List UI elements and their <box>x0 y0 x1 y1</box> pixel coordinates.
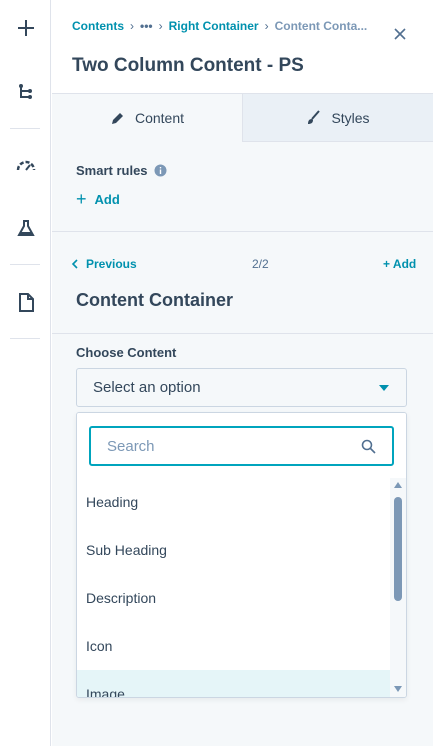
section-divider <box>52 333 433 334</box>
tab-content[interactable]: Content <box>52 94 242 142</box>
chevron-left-icon <box>71 259 78 269</box>
layers-tree-button[interactable] <box>0 72 51 112</box>
speedometer-icon <box>16 160 35 171</box>
tree-icon <box>18 84 32 99</box>
previous-label: Previous <box>86 257 137 271</box>
rail-divider <box>10 264 40 265</box>
scroll-up-icon[interactable] <box>394 482 402 488</box>
panel-header: Contents › ••• › Right Container › Conte… <box>52 0 433 94</box>
option-list: Heading Sub Heading Description Icon Ima… <box>77 478 390 697</box>
scrollbar-thumb[interactable] <box>394 497 402 601</box>
test-button[interactable] <box>0 208 51 248</box>
breadcrumb-contents[interactable]: Contents <box>72 19 124 33</box>
breadcrumb-overflow[interactable]: ••• <box>140 19 153 33</box>
choose-content-select[interactable]: Select an option <box>76 368 407 407</box>
add-item-button[interactable]: + Add <box>383 257 416 271</box>
tab-styles[interactable]: Styles <box>242 94 433 142</box>
flask-icon <box>16 220 35 236</box>
page-settings-button[interactable] <box>0 282 51 322</box>
choose-content-dropdown: Heading Sub Heading Description Icon Ima… <box>76 412 407 698</box>
search-box <box>89 426 394 466</box>
option-heading[interactable]: Heading <box>77 478 390 526</box>
search-input[interactable] <box>107 437 347 455</box>
brush-icon <box>308 110 321 124</box>
page-count: 2/2 <box>252 257 269 271</box>
breadcrumb: Contents › ••• › Right Container › Conte… <box>72 19 402 33</box>
scroll-down-icon[interactable] <box>394 686 402 692</box>
add-element-button[interactable] <box>0 8 51 48</box>
rail-divider <box>10 338 40 339</box>
caret-down-icon <box>379 385 389 391</box>
option-sub-heading[interactable]: Sub Heading <box>77 526 390 574</box>
add-smart-rule-button[interactable]: + Add <box>76 189 120 209</box>
add-smart-rule-label: Add <box>94 191 120 207</box>
select-value: Select an option <box>93 379 201 396</box>
breadcrumb-separator: › <box>264 19 269 33</box>
rail-divider <box>10 128 40 129</box>
plus-icon: + <box>76 189 87 209</box>
option-description[interactable]: Description <box>77 574 390 622</box>
optimize-button[interactable] <box>0 145 51 185</box>
previous-button[interactable]: Previous <box>70 257 137 271</box>
choose-content-label: Choose Content <box>76 345 177 360</box>
section-title: Content Container <box>76 290 233 310</box>
left-rail <box>0 0 51 746</box>
option-icon[interactable]: Icon <box>77 622 390 670</box>
tab-bar: Content Styles <box>52 94 433 142</box>
info-icon[interactable] <box>154 164 167 177</box>
breadcrumb-right-container[interactable]: Right Container <box>169 19 259 33</box>
item-pager: Previous 2/2 + Add <box>52 256 433 276</box>
page-icon <box>18 292 34 312</box>
breadcrumb-separator: › <box>158 19 163 33</box>
option-image[interactable]: Image <box>77 670 390 697</box>
close-icon <box>394 28 406 40</box>
breadcrumb-separator: › <box>130 19 134 33</box>
breadcrumb-current: Content Conta... <box>274 19 368 33</box>
dropdown-scrollbar[interactable] <box>390 478 406 697</box>
close-button[interactable] <box>392 26 408 42</box>
smart-rules-text: Smart rules <box>76 163 148 178</box>
tab-content-label: Content <box>134 110 185 126</box>
dropdown-search-area <box>77 413 406 479</box>
tab-styles-label: Styles <box>331 109 370 126</box>
editor-panel: Contents › ••• › Right Container › Conte… <box>52 0 433 746</box>
section-divider <box>52 231 433 232</box>
page-title: Two Column Content - PS <box>72 55 304 76</box>
smart-rules-label: Smart rules <box>76 163 167 178</box>
search-icon <box>361 439 376 454</box>
pencil-icon <box>111 112 123 124</box>
plus-icon <box>17 20 34 36</box>
